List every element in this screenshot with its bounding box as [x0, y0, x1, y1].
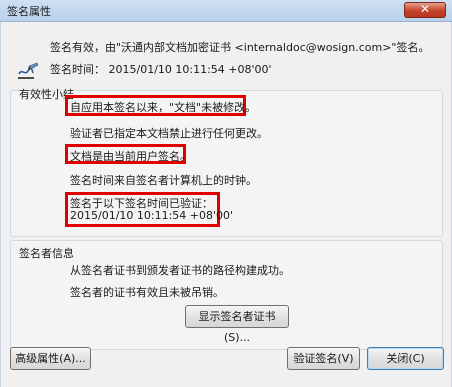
window-close-button[interactable]: ✕ — [404, 2, 446, 18]
show-signer-certificate-button[interactable]: 显示签名者证书(S)... — [185, 305, 289, 344]
close-button[interactable]: 关闭(C) — [367, 347, 444, 370]
title-bar: 签名属性 ✕ — [0, 0, 452, 22]
cert-path-status: 从签名者证书到颁发者证书的路径构建成功。 — [70, 264, 290, 277]
dialog-client-area: 签名有效，由"沃通内部文档加密证书 <internaldoc@wosign.co… — [0, 22, 452, 387]
close-icon: ✕ — [419, 2, 431, 16]
signature-status-text: 签名有效，由"沃通内部文档加密证书 <internaldoc@wosign.co… — [50, 41, 430, 54]
signing-clock-status: 签名时间来自签名者计算机上的时钟。 — [70, 174, 257, 187]
no-changes-allowed-status: 验证者已指定本文档禁止进行任何更改。 — [70, 127, 268, 140]
signed-by-current-user-status: 文档是由当前用户签名。 — [70, 150, 191, 163]
signer-info-title: 签名者信息 — [19, 247, 74, 260]
verify-signature-button[interactable]: 验证签名(V) — [287, 347, 360, 370]
signing-time-text: 签名时间： 2015/01/10 10:11:54 +08'00' — [50, 63, 272, 76]
window-title: 签名属性 — [7, 5, 51, 18]
unchanged-status: 自应用本签名以来，"文档"未被修改。 — [70, 101, 257, 114]
verified-at-time: 2015/01/10 10:11:54 +08'00' — [70, 209, 234, 222]
advanced-properties-button[interactable]: 高级属性(A)... — [10, 347, 91, 370]
cert-valid-status: 签名者的证书有效且未被吊销。 — [70, 286, 224, 299]
signature-pen-icon — [18, 62, 39, 79]
